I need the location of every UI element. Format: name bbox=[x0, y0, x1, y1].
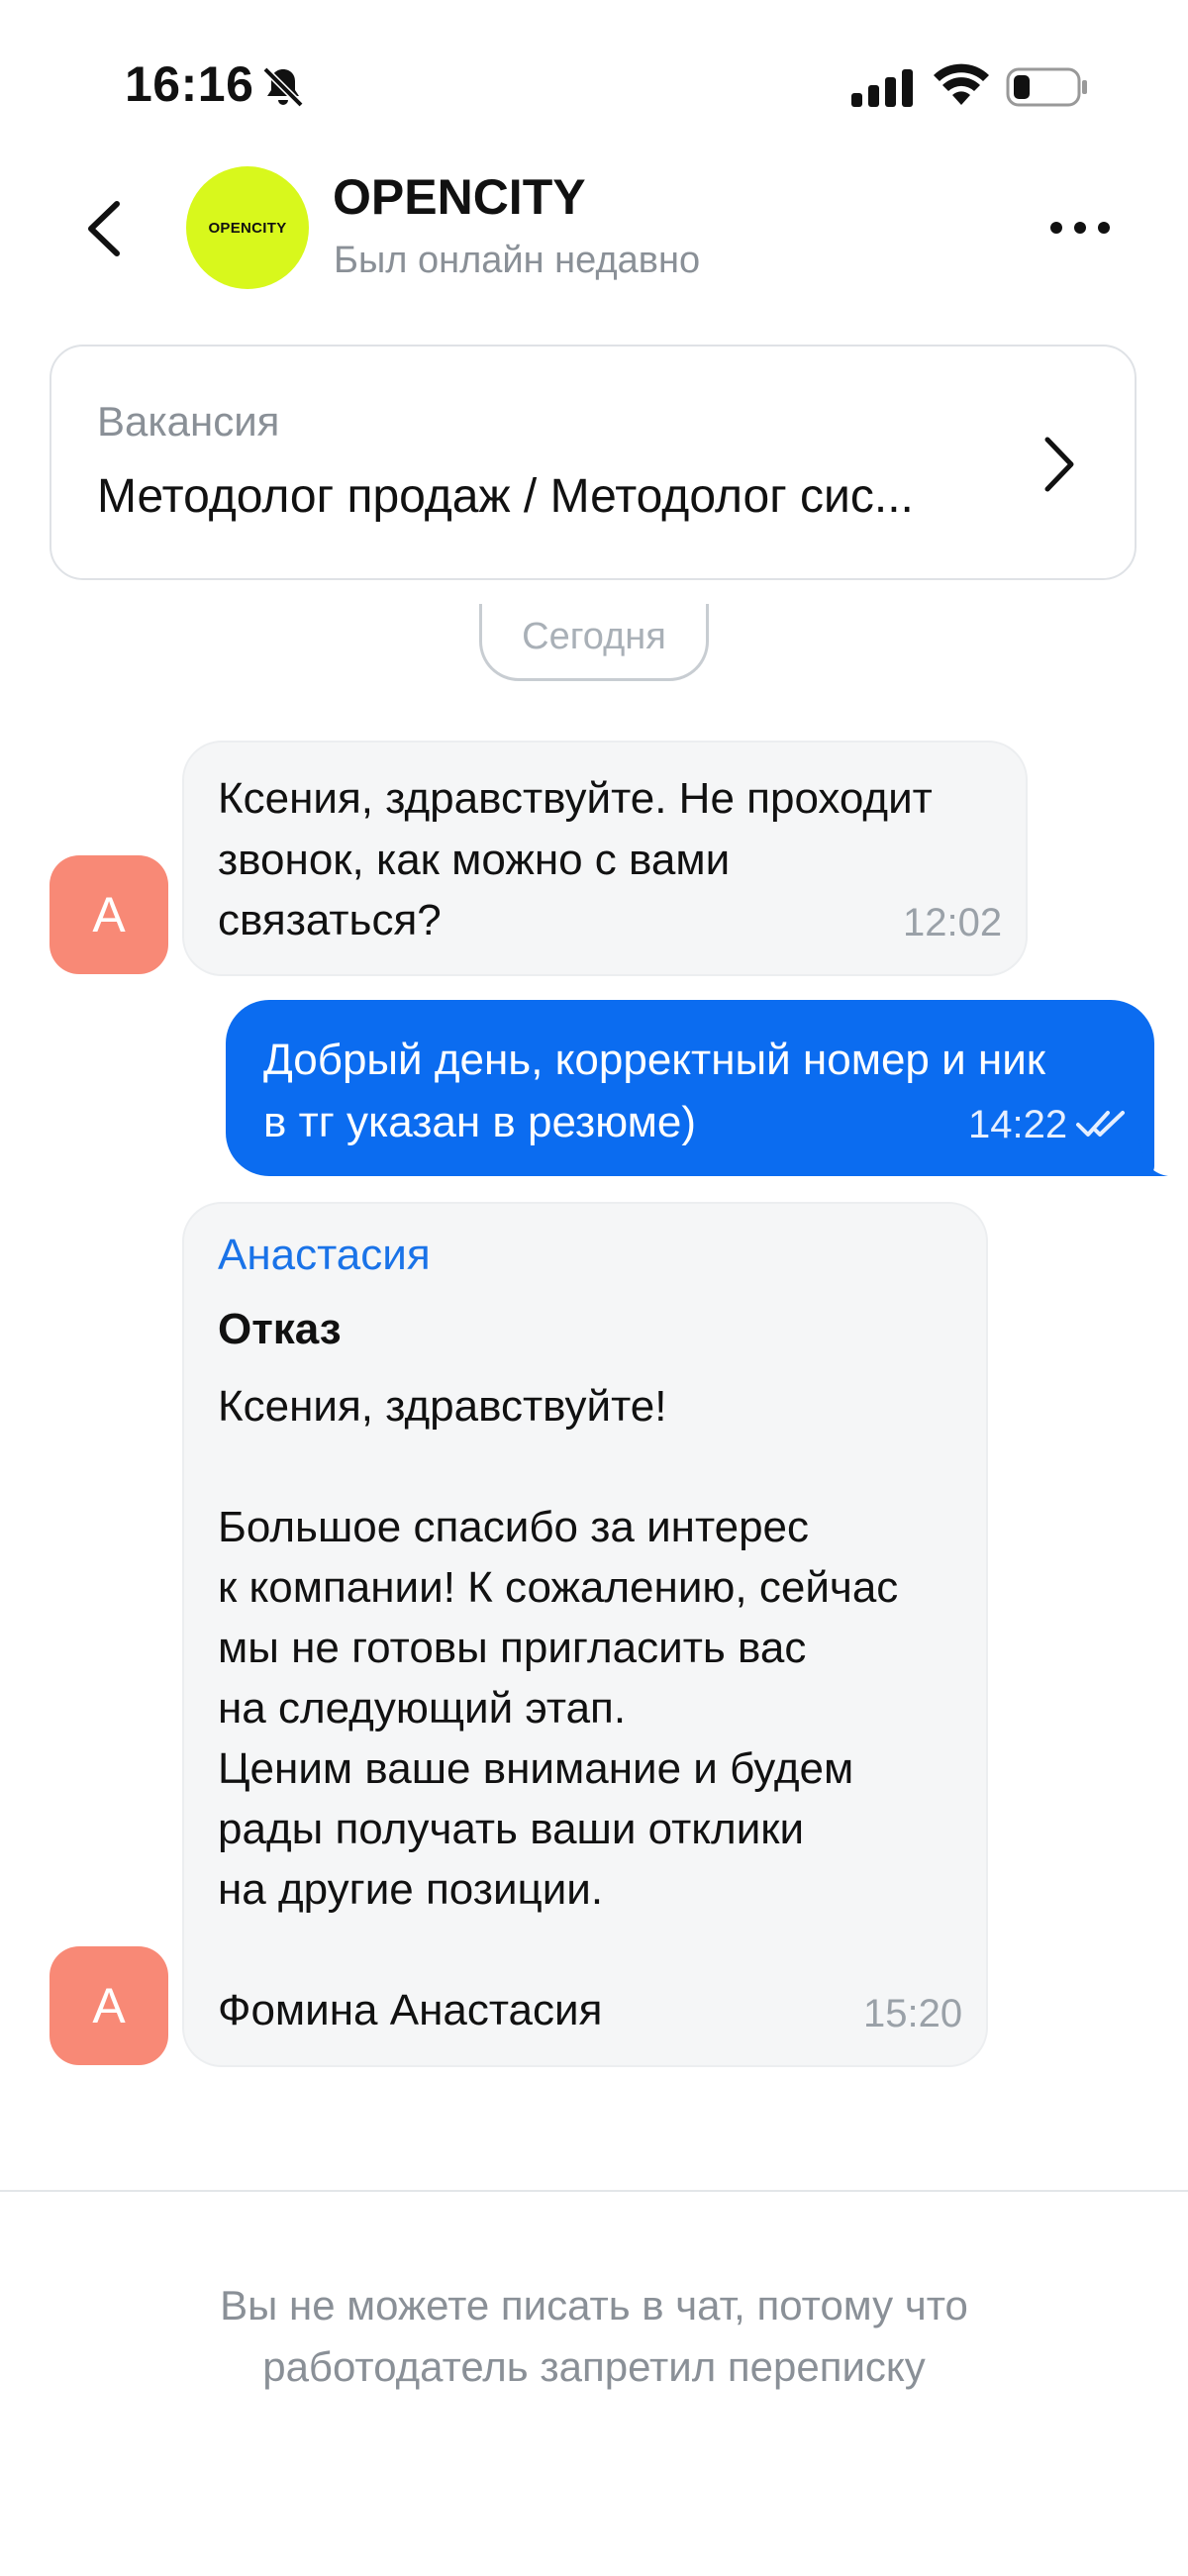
company-avatar[interactable]: OPENCITY bbox=[186, 166, 309, 289]
vacancy-card[interactable] bbox=[50, 345, 1137, 580]
message-line: рады получать ваши отклики bbox=[218, 1805, 805, 1853]
avatar[interactable]: А bbox=[50, 1946, 168, 2065]
more-options-icon[interactable] bbox=[1045, 210, 1115, 246]
message-line: к компании! К сожалению, сейчас bbox=[218, 1563, 899, 1612]
message-subject: Отказ bbox=[218, 1305, 342, 1353]
divider bbox=[0, 2190, 1188, 2192]
chat-disabled-notice: Вы не можете писать в чат, потому что ра… bbox=[99, 2275, 1089, 2398]
message-line: на следующий этап. bbox=[218, 1684, 627, 1733]
message-time: 14:22 bbox=[968, 1103, 1068, 1146]
vacancy-label: Вакансия bbox=[97, 398, 280, 445]
bubble-tail bbox=[1138, 1139, 1168, 1176]
notice-line: работодатель запретил переписку bbox=[262, 2343, 926, 2390]
avatar[interactable]: А bbox=[50, 855, 168, 974]
message-signature: Фомина Анастасия bbox=[218, 1986, 603, 2034]
date-separator: Сегодня bbox=[479, 604, 709, 681]
battery-icon bbox=[1006, 67, 1087, 107]
chat-title[interactable]: OPENCITY bbox=[333, 168, 586, 226]
message-line: звонок, как можно с вами bbox=[218, 836, 731, 884]
bell-muted-icon bbox=[262, 66, 304, 108]
message-line: на другие позиции. bbox=[218, 1865, 604, 1914]
double-check-icon bbox=[1076, 1111, 1125, 1137]
message-line: связаться? bbox=[218, 896, 442, 944]
cellular-signal-icon bbox=[851, 69, 913, 107]
date-separator-label: Сегодня bbox=[522, 616, 666, 657]
message-line: в тг указан в резюме) bbox=[263, 1098, 697, 1146]
company-avatar-logo-text: OPENCITY bbox=[208, 219, 287, 237]
message-line: Добрый день, корректный номер и ник bbox=[263, 1036, 1046, 1084]
message-line: Ксения, здравствуйте. Не проходит bbox=[218, 774, 933, 823]
wifi-icon bbox=[934, 63, 989, 105]
status-time: 16:16 bbox=[125, 56, 254, 112]
vacancy-title: Методолог продаж / Методолог сис... bbox=[97, 470, 914, 523]
message-line: Ценим ваше внимание и будем bbox=[218, 1744, 854, 1793]
notice-line: Вы не можете писать в чат, потому что bbox=[220, 2282, 968, 2328]
presence-status: Был онлайн недавно bbox=[334, 240, 701, 281]
message-line: Ксения, здравствуйте! bbox=[218, 1382, 667, 1431]
chevron-right-icon[interactable] bbox=[1040, 434, 1079, 495]
message-time: 12:02 bbox=[903, 901, 1003, 944]
message-line: мы не готовы пригласить вас bbox=[218, 1624, 807, 1672]
message-line: Большое спасибо за интерес bbox=[218, 1503, 810, 1551]
message-time: 15:20 bbox=[863, 1992, 963, 2035]
sender-name: Анастасия bbox=[218, 1231, 431, 1279]
back-arrow-icon[interactable] bbox=[77, 194, 137, 263]
avatar-letter: А bbox=[92, 1978, 126, 2033]
avatar-letter: А bbox=[92, 887, 126, 942]
